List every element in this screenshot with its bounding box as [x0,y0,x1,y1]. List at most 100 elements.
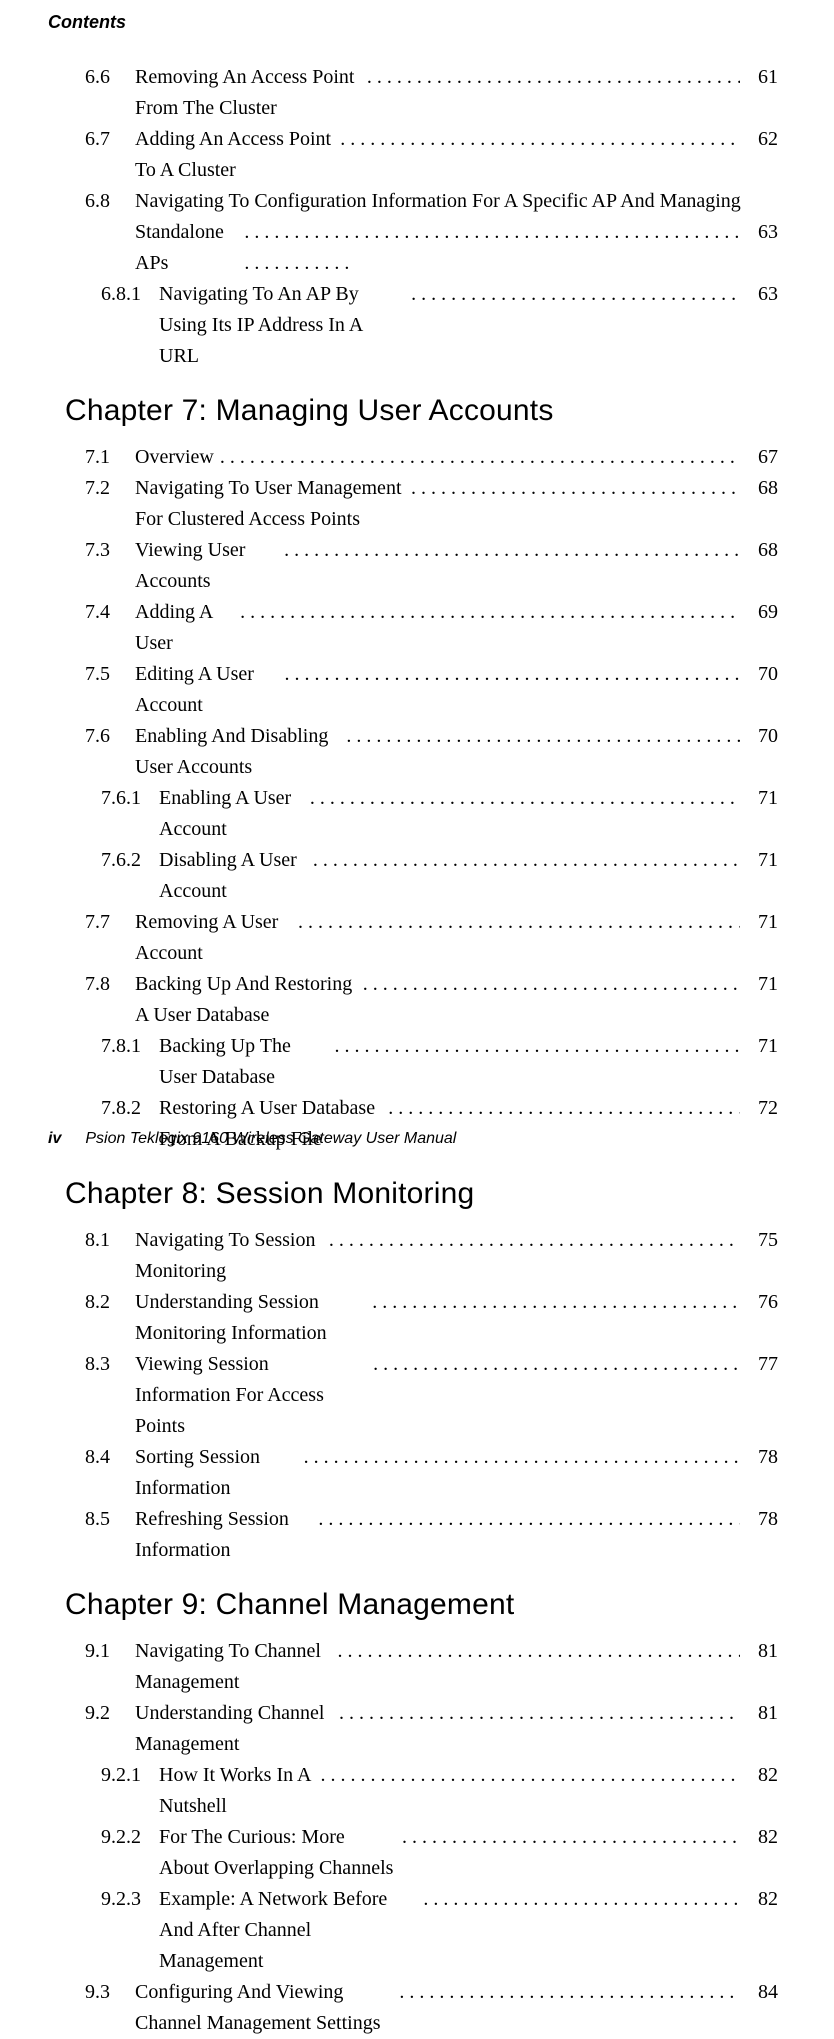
toc-leader [402,1822,740,1853]
toc-num: 9.2 [85,1698,135,1729]
toc-leader [240,597,740,628]
toc-leader [220,442,740,473]
toc-title: Removing A User Account [135,907,292,969]
toc-entry: 8.5Refreshing Session Information 78 [85,1504,778,1566]
footer-text: Psion Teklogix 9160 Wireless Gateway Use… [85,1130,456,1147]
toc-leader [363,969,740,1000]
toc-entry: 7.6.1Enabling A User Account71 [101,783,778,845]
toc-title: For The Curious: More About Overlapping … [159,1822,396,1884]
toc-page: 71 [746,907,778,938]
toc-num: 9.1 [85,1636,135,1667]
toc-num: 6.8 [85,186,135,217]
toc-entry: 8.1Navigating To Session Monitoring 75 [85,1225,778,1287]
toc-num: 6.6 [85,62,135,93]
toc-entry: 6.6 Removing An Access Point From The Cl… [85,62,778,124]
toc-entry: 7.6.2Disabling A User Account 71 [101,845,778,907]
toc-num: 9.2.1 [101,1760,159,1791]
toc-title: Removing An Access Point From The Cluste… [135,62,361,124]
toc-page: 71 [746,969,778,1000]
toc-num: 7.4 [85,597,135,628]
toc-entry: 9.2.2For The Curious: More About Overlap… [101,1822,778,1884]
toc-page: 63 [746,217,778,248]
toc-page: 76 [746,1287,778,1318]
toc-entry: 9.2Understanding Channel Management 81 [85,1698,778,1760]
toc-page: 68 [746,473,778,504]
toc-num: 6.7 [85,124,135,155]
toc-entry: 7.4Adding A User 69 [85,597,778,659]
toc-num: 8.5 [85,1504,135,1535]
toc-title-cont: Standalone APs [135,217,238,279]
toc-leader [298,907,740,938]
toc-num: 7.8 [85,969,135,1000]
toc-title: Enabling A User Account [159,783,304,845]
toc-title: How It Works In A Nutshell [159,1760,314,1822]
footer: iv Psion Teklogix 9160 Wireless Gateway U… [48,1130,456,1148]
toc-entry: 9.3Configuring And Viewing Channel Manag… [85,1977,778,2039]
running-head: Contents [48,12,126,33]
toc-num: 7.6.1 [101,783,159,814]
toc-title: Enabling And Disabling User Accounts [135,721,340,783]
toc-entry: 8.3Viewing Session Information For Acces… [85,1349,778,1442]
toc-entry: 7.6Enabling And Disabling User Accounts7… [85,721,778,783]
toc-num: 8.4 [85,1442,135,1473]
toc-title: Navigating To Session Monitoring [135,1225,323,1287]
toc-title: Refreshing Session Information [135,1504,312,1566]
toc-title: Adding An Access Point To A Cluster [135,124,334,186]
toc-page: 81 [746,1698,778,1729]
toc-entry: 6.7 Adding An Access Point To A Cluster … [85,124,778,186]
toc-leader [388,1093,740,1124]
toc-num: 7.1 [85,442,135,473]
toc-page: 82 [746,1884,778,1915]
toc-entry: 6.8 Navigating To Configuration Informat… [85,186,778,279]
toc-page: 69 [746,597,778,628]
toc-leader [284,535,740,566]
toc-num: 8.1 [85,1225,135,1256]
toc-entry: 7.7Removing A User Account71 [85,907,778,969]
toc-leader [411,279,740,310]
toc-title: Adding A User [135,597,234,659]
toc-page: 70 [746,659,778,690]
toc-entry: 6.8.1 Navigating To An AP By Using Its I… [101,279,778,372]
page: Contents 6.6 Removing An Access Point Fr… [0,0,834,1176]
toc-num: 7.6.2 [101,845,159,876]
toc-title: Example: A Network Before And After Chan… [159,1884,417,1977]
toc-entry: 7.2Navigating To User Management For Clu… [85,473,778,535]
toc-leader [318,1504,740,1535]
toc-title: Understanding Channel Management [135,1698,333,1760]
toc-leader [284,659,740,690]
toc-leader [304,1442,740,1473]
toc-title: Overview [135,442,214,473]
toc-page: 61 [746,62,778,93]
toc-entry: 7.3Viewing User Accounts68 [85,535,778,597]
toc-page: 78 [746,1442,778,1473]
toc-entry: 9.1Navigating To Channel Management 81 [85,1636,778,1698]
toc-page: 72 [746,1093,778,1124]
toc-entry: 7.1Overview67 [85,442,778,473]
toc-entry: 9.2.3Example: A Network Before And After… [101,1884,778,1977]
toc-page: 82 [746,1760,778,1791]
toc-num: 8.2 [85,1287,135,1318]
toc-page: 78 [746,1504,778,1535]
toc-title: Disabling A User Account [159,845,307,907]
toc-num: 9.3 [85,1977,135,2008]
toc-num: 8.3 [85,1349,135,1380]
toc-title: Navigating To An AP By Using Its IP Addr… [159,279,405,372]
toc-page: 62 [746,124,778,155]
toc-leader [373,1349,740,1380]
toc-num: 7.6 [85,721,135,752]
toc-title: Navigating To Configuration Information … [135,186,741,217]
toc-title: Navigating To Channel Management [135,1636,332,1698]
toc-leader [313,845,740,876]
toc-entry: 8.4Sorting Session Information78 [85,1442,778,1504]
toc-leader [329,1225,740,1256]
toc-page: 81 [746,1636,778,1667]
toc-title: Backing Up The User Database [159,1031,329,1093]
toc-entry: 9.2.1How It Works In A Nutshell 82 [101,1760,778,1822]
toc-entry: 7.5Editing A User Account70 [85,659,778,721]
toc-title: Editing A User Account [135,659,278,721]
chapter-heading: Chapter 9: Channel Management [65,1588,778,1622]
footer-page-number: iv [48,1130,61,1147]
toc-num: 7.2 [85,473,135,504]
toc-page: 75 [746,1225,778,1256]
toc-page: 71 [746,845,778,876]
